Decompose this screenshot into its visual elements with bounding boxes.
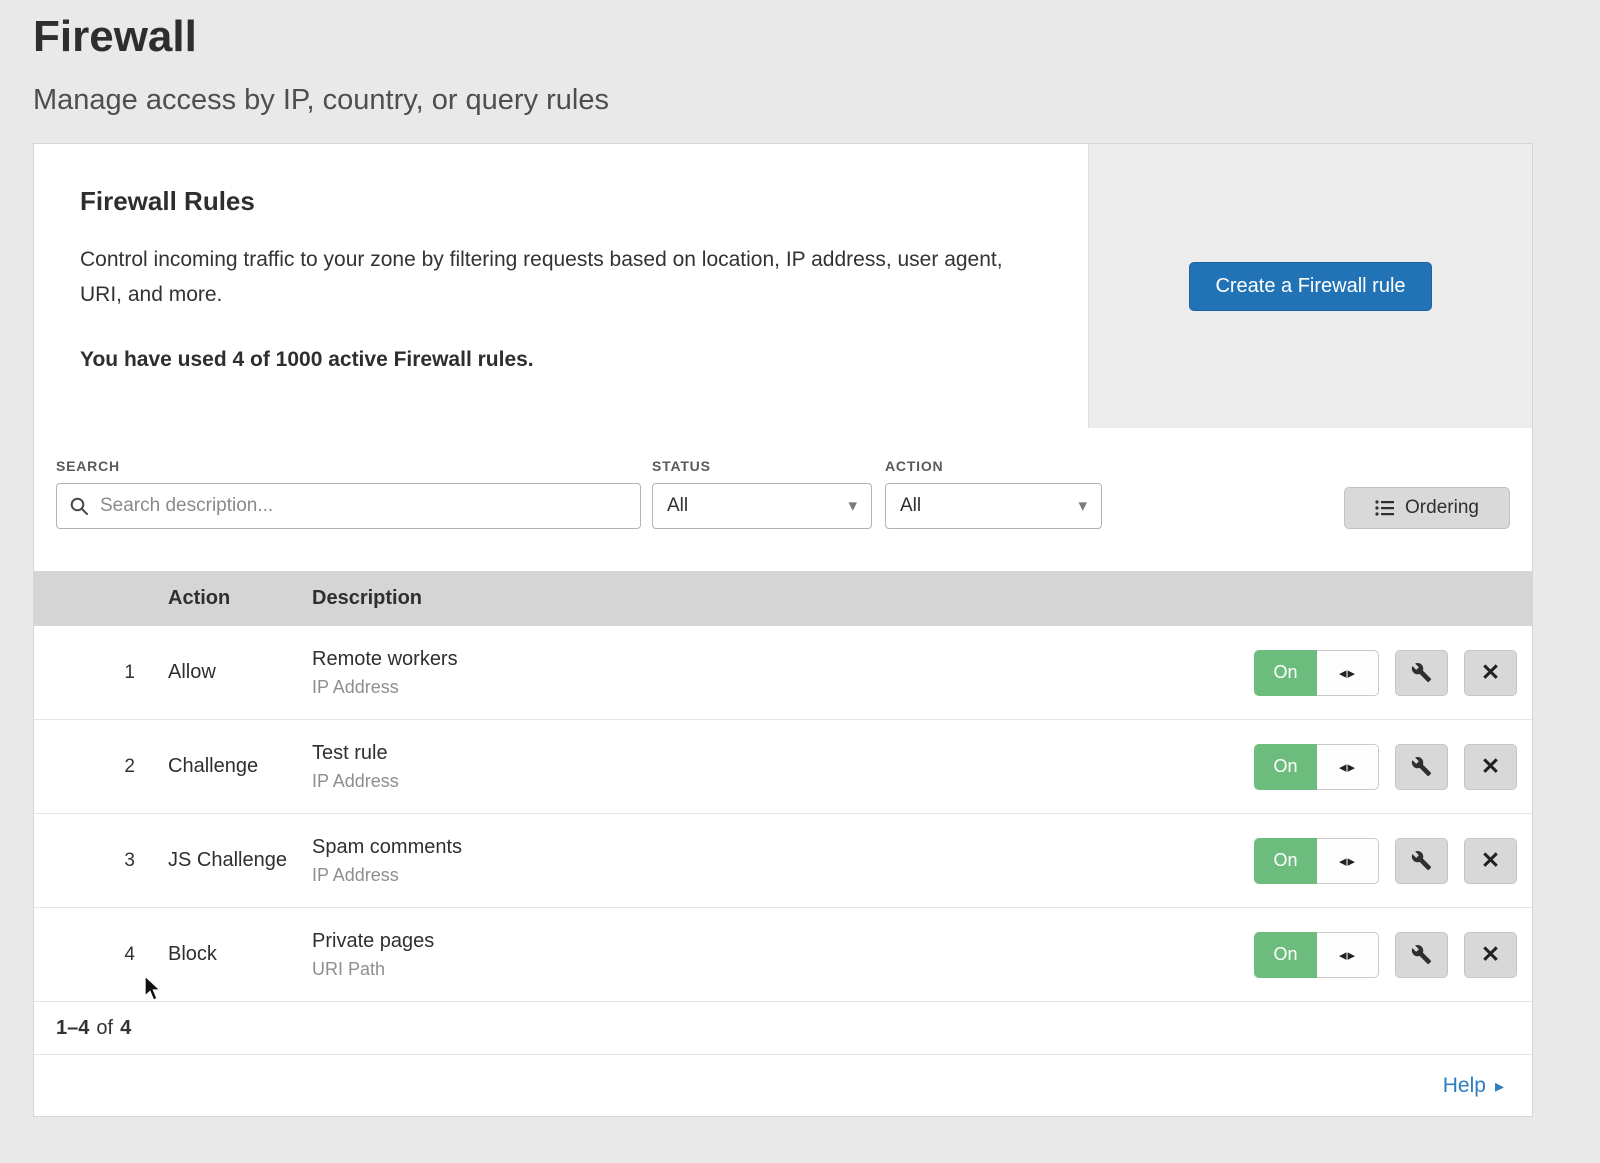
- close-icon: ✕: [1481, 943, 1500, 966]
- chevron-down-icon: ▾: [1078, 496, 1087, 516]
- table-row: 2 Challenge Test rule IP Address On ◂▸ ✕: [34, 720, 1532, 814]
- pagination-of-label: of: [96, 1017, 113, 1040]
- page-title: Firewall: [0, 0, 1600, 62]
- edit-rule-button[interactable]: [1395, 650, 1448, 696]
- rule-match-type: IP Address: [312, 865, 1254, 886]
- chevron-down-icon: ▾: [848, 496, 857, 516]
- help-arrow-icon: ▸: [1495, 1076, 1504, 1097]
- toggle-arrows-icon: ◂▸: [1317, 838, 1379, 884]
- search-icon: [69, 496, 89, 516]
- action-column-header: Action: [135, 587, 312, 610]
- table-header: Action Description: [34, 571, 1532, 626]
- ordering-list-icon: [1375, 499, 1395, 517]
- toggle-on-label: On: [1254, 650, 1317, 696]
- wrench-icon: [1411, 850, 1432, 871]
- rule-number: 1: [34, 662, 135, 684]
- rule-description-title: Private pages: [312, 930, 1254, 953]
- edit-rule-button[interactable]: [1395, 932, 1448, 978]
- rule-action: Allow: [135, 661, 312, 684]
- search-input[interactable]: [98, 494, 628, 518]
- rule-action: Block: [135, 943, 312, 966]
- rule-controls: On ◂▸ ✕: [1254, 838, 1517, 884]
- action-select[interactable]: All ▾: [885, 483, 1102, 529]
- rule-number: 3: [34, 850, 135, 872]
- help-link-label: Help: [1443, 1074, 1486, 1098]
- rule-enable-toggle[interactable]: On ◂▸: [1254, 744, 1379, 790]
- close-icon: ✕: [1481, 849, 1500, 872]
- edit-rule-button[interactable]: [1395, 744, 1448, 790]
- rule-action: JS Challenge: [135, 849, 312, 872]
- search-label: SEARCH: [56, 458, 641, 474]
- delete-rule-button[interactable]: ✕: [1464, 744, 1517, 790]
- toggle-arrows-icon: ◂▸: [1317, 744, 1379, 790]
- wrench-icon: [1411, 662, 1432, 683]
- rule-enable-toggle[interactable]: On ◂▸: [1254, 838, 1379, 884]
- create-firewall-rule-button[interactable]: Create a Firewall rule: [1189, 262, 1431, 311]
- toggle-arrows-icon: ◂▸: [1317, 650, 1379, 696]
- page-subtitle: Manage access by IP, country, or query r…: [33, 84, 1600, 117]
- close-icon: ✕: [1481, 755, 1500, 778]
- action-label: ACTION: [885, 458, 1102, 474]
- rule-number: 2: [34, 756, 135, 778]
- firewall-rules-card: Firewall Rules Control incoming traffic …: [33, 143, 1533, 1117]
- status-filter: STATUS All ▾: [652, 458, 872, 529]
- rule-number: 4: [34, 944, 135, 966]
- rule-description-title: Spam comments: [312, 836, 1254, 859]
- create-rule-panel: Create a Firewall rule: [1088, 144, 1532, 428]
- search-filter: SEARCH: [56, 458, 641, 529]
- status-select[interactable]: All ▾: [652, 483, 872, 529]
- table-row: 3 JS Challenge Spam comments IP Address …: [34, 814, 1532, 908]
- edit-rule-button[interactable]: [1395, 838, 1448, 884]
- rule-match-type: IP Address: [312, 677, 1254, 698]
- rule-enable-toggle[interactable]: On ◂▸: [1254, 932, 1379, 978]
- ordering-button-label: Ordering: [1405, 497, 1479, 519]
- rule-description-title: Test rule: [312, 742, 1254, 765]
- usage-text: You have used 4 of 1000 active Firewall …: [80, 348, 1042, 372]
- rule-match-type: IP Address: [312, 771, 1254, 792]
- table-row: 1 Allow Remote workers IP Address On ◂▸ …: [34, 626, 1532, 720]
- help-link[interactable]: Help ▸: [1443, 1074, 1504, 1098]
- rule-action: Challenge: [135, 755, 312, 778]
- card-description: Control incoming traffic to your zone by…: [80, 243, 1030, 312]
- action-selected-value: All: [900, 495, 921, 517]
- card-top-section: Firewall Rules Control incoming traffic …: [34, 144, 1532, 428]
- delete-rule-button[interactable]: ✕: [1464, 932, 1517, 978]
- delete-rule-button[interactable]: ✕: [1464, 650, 1517, 696]
- status-label: STATUS: [652, 458, 872, 474]
- action-filter: ACTION All ▾: [885, 458, 1102, 529]
- filters-bar: SEARCH STATUS All ▾ ACTION All ▾: [34, 428, 1532, 571]
- rule-description: Private pages URI Path: [312, 930, 1254, 980]
- rule-controls: On ◂▸ ✕: [1254, 650, 1517, 696]
- ordering-button[interactable]: Ordering: [1344, 487, 1510, 529]
- toggle-on-label: On: [1254, 932, 1317, 978]
- pagination-total: 4: [120, 1017, 131, 1040]
- pagination-range: 1–4: [56, 1017, 89, 1040]
- rule-description: Remote workers IP Address: [312, 648, 1254, 698]
- delete-rule-button[interactable]: ✕: [1464, 838, 1517, 884]
- status-selected-value: All: [667, 495, 688, 517]
- wrench-icon: [1411, 944, 1432, 965]
- table-row: 4 Block Private pages URI Path On ◂▸ ✕: [34, 908, 1532, 1002]
- description-column-header: Description: [312, 587, 1532, 610]
- search-box: [56, 483, 641, 529]
- card-intro: Firewall Rules Control incoming traffic …: [34, 144, 1088, 428]
- rule-description: Test rule IP Address: [312, 742, 1254, 792]
- close-icon: ✕: [1481, 661, 1500, 684]
- pagination: 1–4 of 4: [34, 1002, 1532, 1055]
- toggle-arrows-icon: ◂▸: [1317, 932, 1379, 978]
- card-footer: Help ▸: [34, 1055, 1532, 1117]
- toggle-on-label: On: [1254, 838, 1317, 884]
- rule-controls: On ◂▸ ✕: [1254, 744, 1517, 790]
- card-title: Firewall Rules: [80, 186, 1042, 217]
- rule-description-title: Remote workers: [312, 648, 1254, 671]
- toggle-on-label: On: [1254, 744, 1317, 790]
- rule-match-type: URI Path: [312, 959, 1254, 980]
- rule-description: Spam comments IP Address: [312, 836, 1254, 886]
- wrench-icon: [1411, 756, 1432, 777]
- rule-enable-toggle[interactable]: On ◂▸: [1254, 650, 1379, 696]
- rule-controls: On ◂▸ ✕: [1254, 932, 1517, 978]
